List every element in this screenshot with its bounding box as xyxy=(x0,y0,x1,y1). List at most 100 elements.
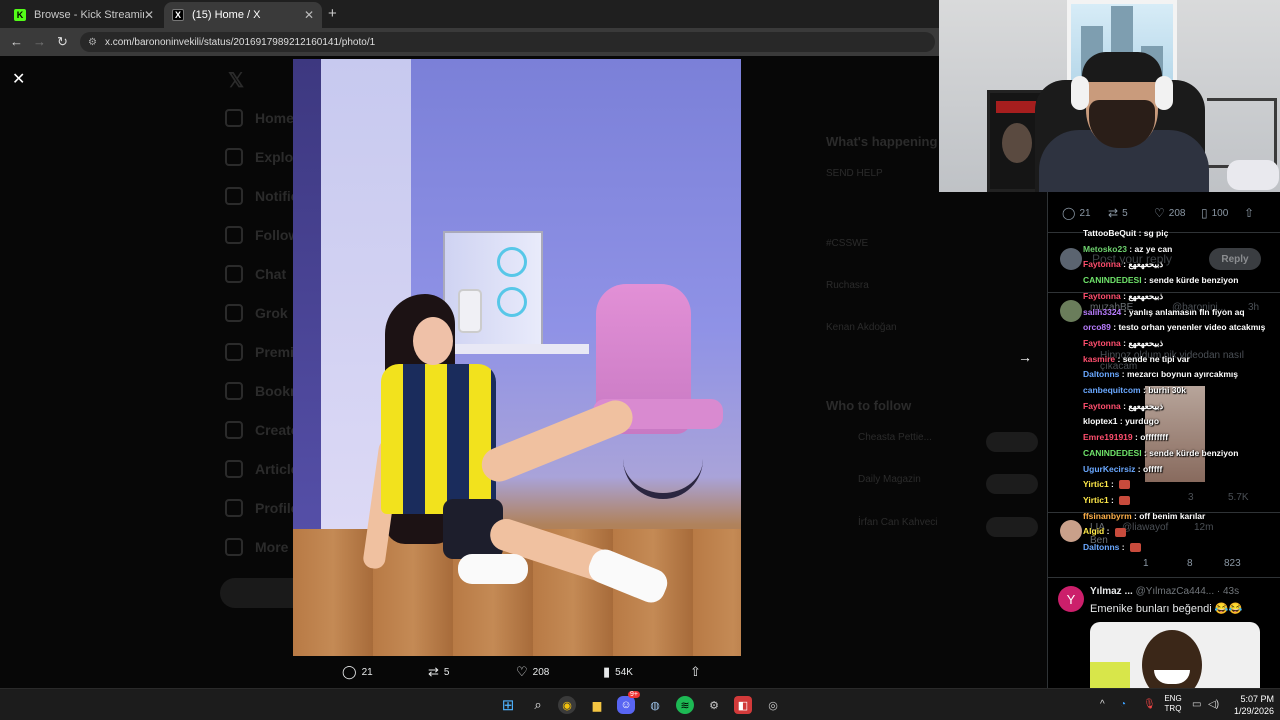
tab-x-home[interactable]: X (15) Home / X ✕ xyxy=(164,2,322,28)
chat-username[interactable]: Emre191919 xyxy=(1083,432,1133,442)
chat-username[interactable]: CANINDEDESI xyxy=(1083,448,1142,458)
chat-username[interactable]: Faytonna xyxy=(1083,338,1121,348)
trend-item[interactable]: #CSSWE xyxy=(826,238,868,249)
arrow-right-icon[interactable]: → xyxy=(1018,349,1032,365)
sidebar-item-grok[interactable]: Grok xyxy=(225,303,288,323)
keyboard-layout: TRQ xyxy=(1164,704,1182,713)
follow-button[interactable] xyxy=(986,432,1038,452)
sidebar-item-follow[interactable]: Follow xyxy=(225,225,299,245)
chat-username[interactable]: Faytonna xyxy=(1083,401,1121,411)
chat-username[interactable]: Faytonna xyxy=(1083,291,1121,301)
follow-button[interactable] xyxy=(986,474,1038,494)
windows-start-icon[interactable]: ⊞ xyxy=(499,696,517,714)
new-tab-button[interactable]: + xyxy=(328,5,337,22)
bookmark-icon: ▯ xyxy=(1201,206,1208,220)
sidebar-item-more[interactable]: More xyxy=(225,537,288,557)
file-explorer-icon[interactable]: ▆ xyxy=(588,696,606,714)
reply-icon: ◯ xyxy=(342,664,357,679)
back-icon[interactable]: ← xyxy=(10,34,23,49)
follow-suggestion[interactable]: Cheasta Pettie... xyxy=(858,432,932,443)
chat-username[interactable]: Yirtic1 xyxy=(1083,495,1109,505)
share-button[interactable]: ⇧ xyxy=(1244,206,1258,220)
site-info-icon[interactable]: ⚙ xyxy=(88,37,97,48)
chat-text: sende kürde benziyon xyxy=(1149,447,1239,458)
post-photo[interactable] xyxy=(293,59,741,656)
search-icon[interactable]: ⌕ xyxy=(529,696,547,714)
trend-item[interactable]: SEND HELP xyxy=(826,168,883,179)
chat-username[interactable]: Algid xyxy=(1083,526,1104,536)
sidebar-item-home[interactable]: Home xyxy=(225,108,294,128)
chevron-up-icon[interactable]: ^ xyxy=(1100,699,1105,710)
sidebar-item-chat[interactable]: Chat xyxy=(225,264,286,284)
reply-image[interactable] xyxy=(1090,622,1260,692)
reply-author[interactable]: Yılmaz ... xyxy=(1090,586,1133,597)
reply-button[interactable]: ◯ 21 xyxy=(342,664,373,680)
system-clock[interactable]: 5:07 PM 1/29/2026 xyxy=(1226,693,1274,717)
url-text: x.com/barononinvekili/status/20169179892… xyxy=(104,36,376,48)
chat-message: kloptex1 : yurdugo xyxy=(1083,416,1159,426)
close-icon[interactable]: ✕ xyxy=(12,69,25,89)
views-button[interactable]: ▮ 54K xyxy=(603,664,633,680)
trend-item[interactable]: Kenan Akdoğan xyxy=(826,322,897,333)
microphone-icon[interactable]: 🎙 xyxy=(1143,699,1156,710)
settings-icon[interactable]: ⚙ xyxy=(705,696,723,714)
chat-username[interactable]: UgurKecirsiz xyxy=(1083,464,1135,474)
photo-person-jersey xyxy=(381,364,496,514)
network-icon[interactable]: ◔ xyxy=(1120,699,1126,710)
app-icon[interactable]: ◧ xyxy=(734,696,752,714)
follow-suggestion[interactable]: İrfan Can Kahveci xyxy=(858,517,938,528)
chat-username[interactable]: Yirtic1 xyxy=(1083,479,1109,489)
like-button[interactable]: ♡ 208 xyxy=(516,664,549,680)
avatar[interactable]: Y xyxy=(1058,586,1084,612)
forward-icon[interactable]: → xyxy=(33,34,46,49)
x-icon xyxy=(225,343,243,361)
chat-username[interactable]: Metosko23 xyxy=(1083,244,1127,254)
language-indicator[interactable]: ENG TRQ xyxy=(1163,694,1183,714)
close-icon[interactable]: ✕ xyxy=(144,8,154,22)
chrome-icon[interactable]: ◉ xyxy=(558,696,576,714)
chat-username[interactable]: CANINDEDESI xyxy=(1083,275,1142,285)
discord-icon[interactable]: ☺ xyxy=(617,696,635,714)
trend-item[interactable]: Ruchasra xyxy=(826,280,869,291)
chat-username[interactable]: kloptex1 xyxy=(1083,416,1118,426)
chat-username[interactable]: kasmire xyxy=(1083,354,1115,364)
sidebar-item-profile[interactable]: Profile xyxy=(225,498,299,518)
spotify-icon[interactable]: ≋ xyxy=(676,696,694,714)
divider xyxy=(1048,577,1280,578)
chat-emote-icon xyxy=(1119,480,1131,490)
chat-username[interactable]: canbequitcom xyxy=(1083,385,1141,395)
address-bar[interactable]: ⚙ x.com/barononinvekili/status/201691798… xyxy=(80,32,935,52)
app-icon[interactable]: ◎ xyxy=(764,696,782,714)
repost-button[interactable]: ⇄ 5 xyxy=(428,664,449,680)
webcam-shelf xyxy=(1207,98,1277,168)
repost-button[interactable]: ⇄ 5 xyxy=(1108,206,1128,220)
poster-face xyxy=(1002,123,1032,163)
share-button[interactable]: ⇧ xyxy=(690,664,706,680)
chat-separator: : xyxy=(1117,416,1126,427)
bookmark-button[interactable]: ▯ 100 xyxy=(1201,206,1228,220)
chat-username[interactable]: salih3324 xyxy=(1083,307,1121,317)
chat-username[interactable]: orco89 xyxy=(1083,322,1111,332)
chat-username[interactable]: Daltonns xyxy=(1083,542,1119,552)
chat-username[interactable]: ffsinanbyrm xyxy=(1083,511,1132,521)
steam-icon[interactable]: ◍ xyxy=(646,696,664,714)
chat-message: Algid : xyxy=(1083,526,1126,537)
follow-suggestion[interactable]: Daily Magazin xyxy=(858,474,921,485)
language-code: ENG xyxy=(1164,694,1182,703)
chat-separator: : xyxy=(1126,243,1135,254)
reply-button[interactable]: ◯ 21 xyxy=(1062,206,1091,220)
like-button[interactable]: ♡ 208 xyxy=(1154,206,1185,220)
follow-button[interactable] xyxy=(986,517,1038,537)
chat-username[interactable]: TattooBeQuit xyxy=(1083,228,1136,238)
chat-username[interactable]: Faytonna xyxy=(1083,259,1121,269)
tab-kick[interactable]: K Browse - Kick Streaming ✕ xyxy=(6,2,162,28)
chat-message: orco89 : testo orhan yenenler video atca… xyxy=(1083,322,1265,332)
reload-icon[interactable]: ↻ xyxy=(57,34,68,50)
chat-username[interactable]: Daltonns xyxy=(1083,369,1119,379)
display-icon[interactable]: ▭ xyxy=(1192,699,1201,710)
chat-emote-icon xyxy=(1129,543,1141,553)
speaker-icon[interactable]: ◁) xyxy=(1208,699,1219,710)
bookmark-icon xyxy=(225,382,243,400)
reply-submit-button[interactable]: Reply xyxy=(1209,248,1261,270)
close-icon[interactable]: ✕ xyxy=(304,8,314,22)
